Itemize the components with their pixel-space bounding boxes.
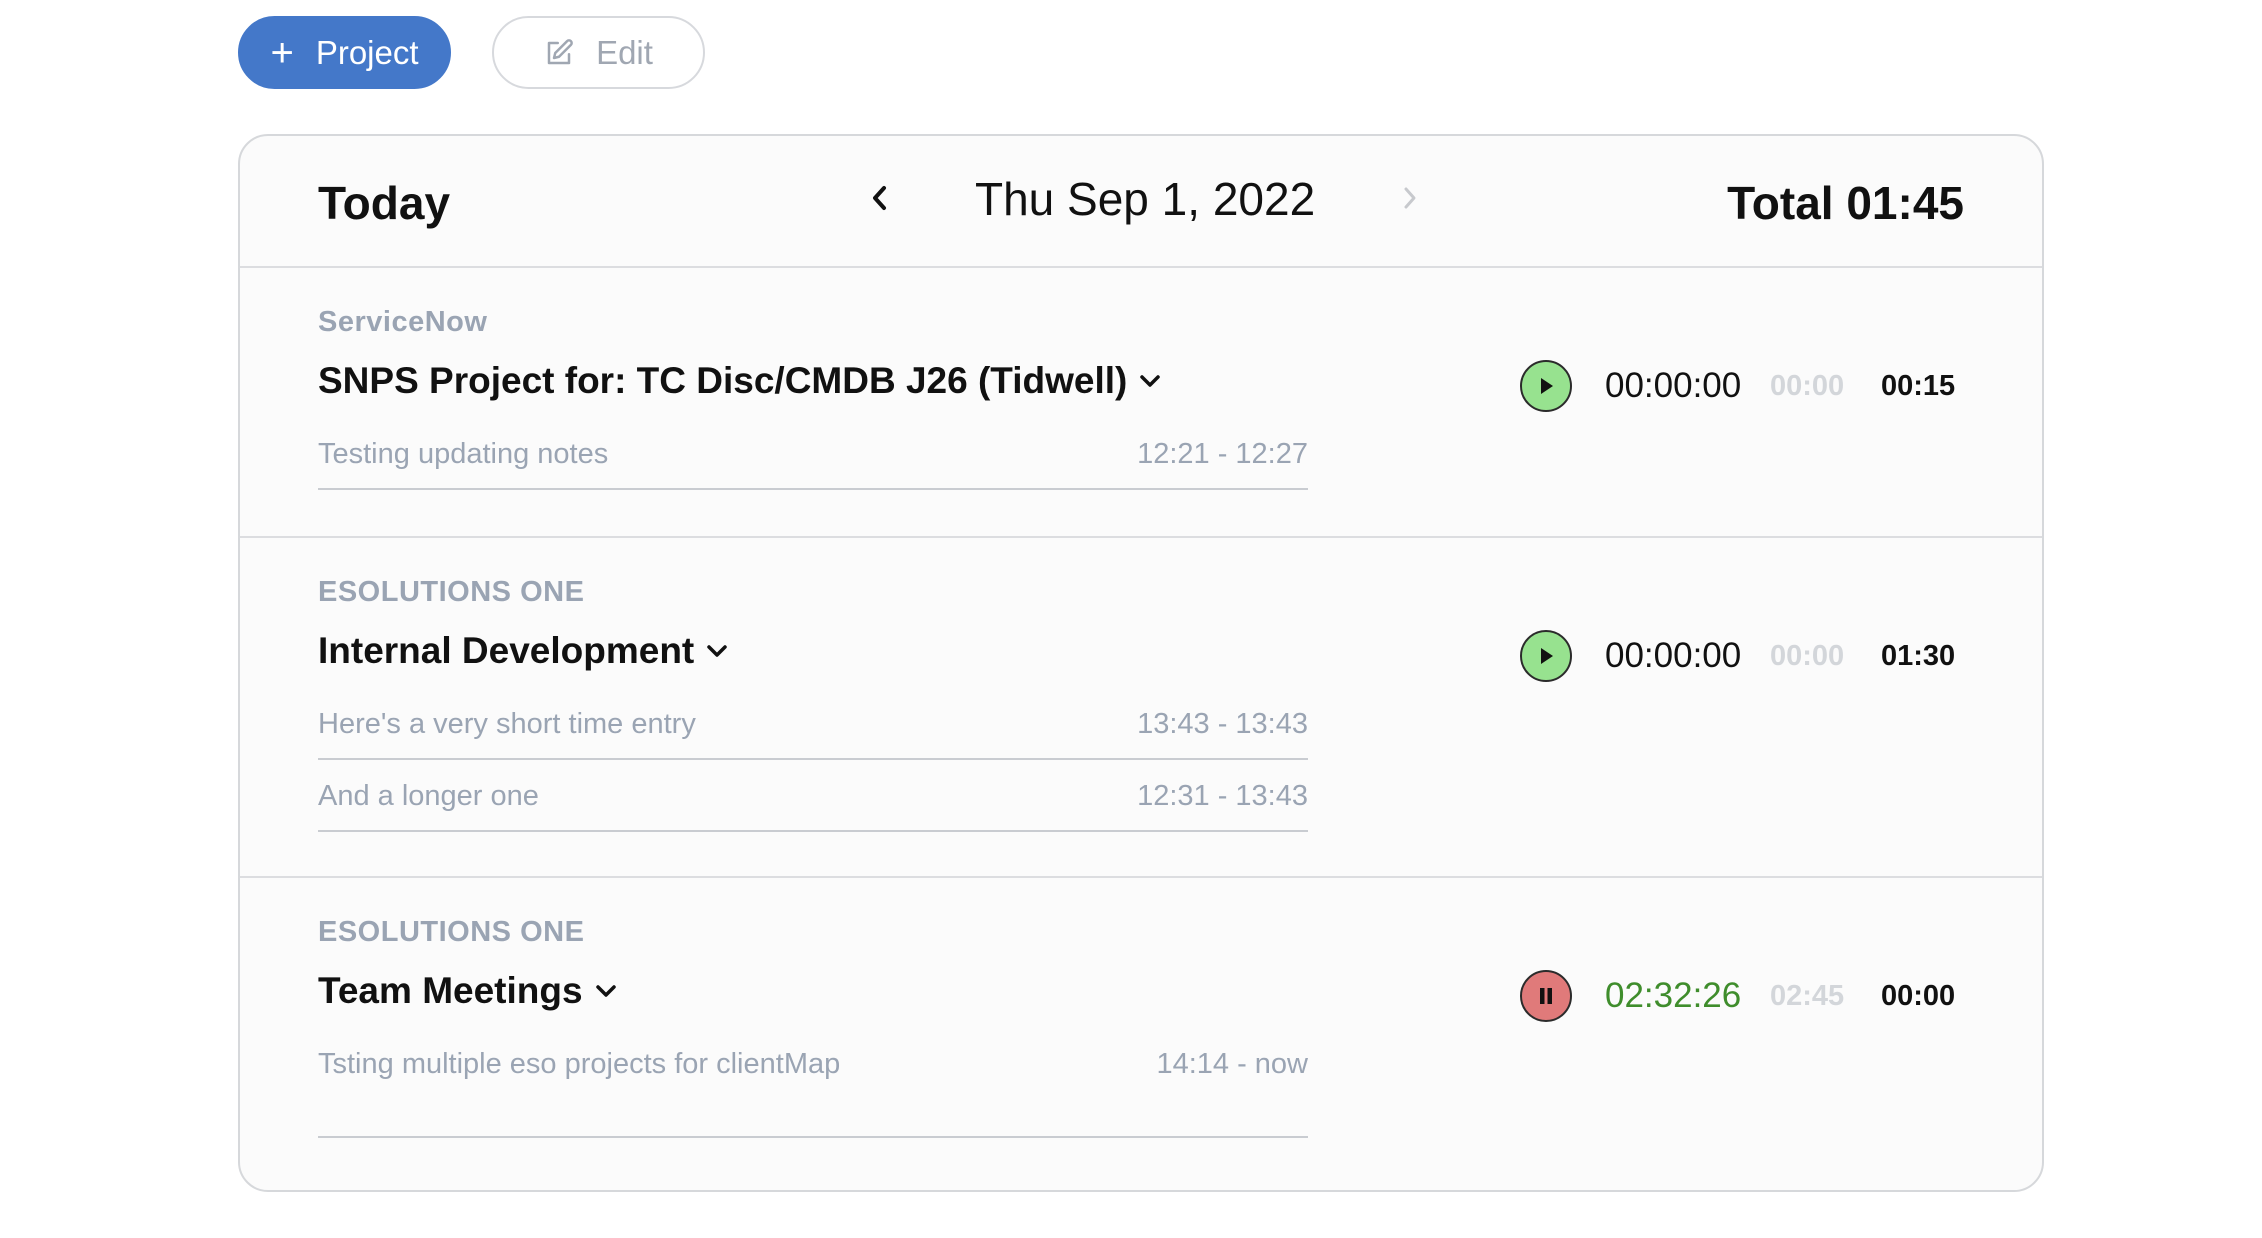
- timer-controls: 02:32:26 02:45 00:00: [1520, 970, 1955, 1022]
- time-entry[interactable]: Tsting multiple eso projects for clientM…: [318, 1046, 1308, 1138]
- add-project-label: Project: [315, 33, 419, 71]
- muted-time: 02:45: [1770, 979, 1845, 1012]
- start-timer-button[interactable]: [1520, 360, 1572, 412]
- time-entry[interactable]: And a longer one 12:31 - 13:43: [318, 778, 1308, 832]
- entry-description: And a longer one: [318, 780, 539, 812]
- previous-day-button[interactable]: [860, 178, 900, 218]
- toolbar: + Project Edit: [238, 16, 705, 89]
- timer-display: 00:00:00: [1605, 366, 1742, 405]
- entry-description: Here's a very short time entry: [318, 708, 696, 740]
- timer-controls: 00:00:00 00:00 00:15: [1520, 360, 1955, 412]
- timer-display: 02:32:26: [1605, 976, 1742, 1015]
- timer-display: 00:00:00: [1605, 636, 1742, 675]
- project-section: ESOLUTIONS ONE Internal Development Here…: [240, 538, 2042, 878]
- next-day-button[interactable]: [1390, 178, 1430, 218]
- pause-icon: [1540, 988, 1552, 1004]
- client-name: ESOLUTIONS ONE: [318, 916, 585, 948]
- time-entry[interactable]: Testing updating notes 12:21 - 12:27: [318, 436, 1308, 490]
- project-duration: 00:00: [1881, 979, 1956, 1012]
- entry-time-range: 13:43 - 13:43: [1137, 708, 1308, 740]
- entry-time-range: 12:21 - 12:27: [1137, 438, 1308, 470]
- time-entry[interactable]: Here's a very short time entry 13:43 - 1…: [318, 706, 1308, 760]
- project-selector[interactable]: SNPS Project for: TC Disc/CMDB J26 (Tidw…: [318, 360, 1161, 402]
- project-duration: 00:15: [1881, 369, 1956, 402]
- pencil-square-icon: [544, 38, 574, 68]
- play-icon: [1541, 648, 1553, 664]
- current-date: Thu Sep 1, 2022: [975, 173, 1316, 225]
- entry-description: Tsting multiple eso projects for clientM…: [318, 1048, 841, 1080]
- play-icon: [1541, 378, 1553, 394]
- project-selector[interactable]: Internal Development: [318, 630, 728, 672]
- entry-time-range: 12:31 - 13:43: [1137, 780, 1308, 812]
- pause-timer-button[interactable]: [1520, 970, 1572, 1022]
- day-card: Today Thu Sep 1, 2022 Total 01:45 Servic…: [238, 134, 2044, 1192]
- edit-button[interactable]: Edit: [492, 16, 705, 89]
- start-timer-button[interactable]: [1520, 630, 1572, 682]
- plus-icon: +: [270, 30, 294, 75]
- chevron-left-icon: [873, 186, 886, 210]
- add-project-button[interactable]: + Project: [238, 16, 451, 89]
- muted-time: 00:00: [1770, 639, 1845, 672]
- chevron-down-icon: [595, 984, 617, 998]
- project-name: Internal Development: [318, 630, 695, 671]
- project-section: ServiceNow SNPS Project for: TC Disc/CMD…: [240, 268, 2042, 538]
- client-name: ESOLUTIONS ONE: [318, 576, 585, 608]
- muted-time: 00:00: [1770, 369, 1845, 402]
- project-section: ESOLUTIONS ONE Team Meetings Tsting mult…: [240, 878, 2042, 1190]
- timesheet-page: + Project Edit Today Thu Sep 1, 2022 Tot…: [0, 0, 2262, 1238]
- timer-controls: 00:00:00 00:00 01:30: [1520, 630, 1955, 682]
- chevron-right-icon: [1404, 187, 1416, 209]
- day-header: Today Thu Sep 1, 2022 Total 01:45: [240, 136, 2042, 268]
- project-duration: 01:30: [1881, 639, 1956, 672]
- total-time: Total 01:45: [1727, 177, 1964, 229]
- edit-label: Edit: [596, 33, 653, 71]
- project-selector[interactable]: Team Meetings: [318, 970, 617, 1012]
- chevron-down-icon: [706, 644, 728, 658]
- chevron-down-icon: [1139, 374, 1161, 388]
- entry-time-range: 14:14 - now: [1156, 1048, 1308, 1080]
- project-name: SNPS Project for: TC Disc/CMDB J26 (Tidw…: [318, 360, 1128, 401]
- entry-description: Testing updating notes: [318, 438, 609, 470]
- project-name: Team Meetings: [318, 970, 583, 1011]
- client-name: ServiceNow: [318, 306, 488, 338]
- page-title: Today: [318, 177, 451, 229]
